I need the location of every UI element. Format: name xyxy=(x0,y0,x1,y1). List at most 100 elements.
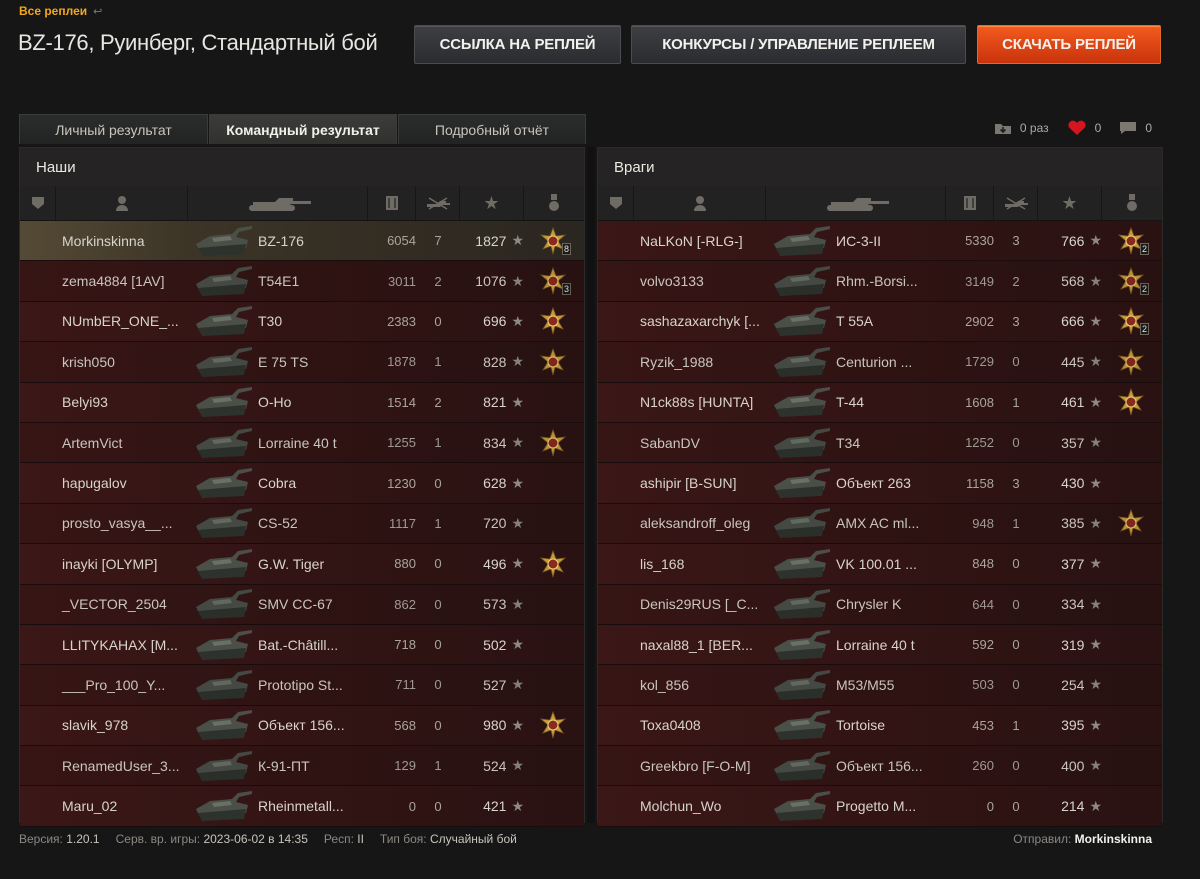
medal-icon[interactable] xyxy=(539,307,567,335)
player-column-icon[interactable] xyxy=(56,186,188,220)
download-replay-button[interactable]: СКАЧАТЬ РЕПЛЕЙ xyxy=(977,25,1161,64)
player-row[interactable]: kol_856 M53/M55 503 0 254 ★ xyxy=(598,665,1162,706)
medal-icon[interactable]: 2 xyxy=(1117,307,1149,336)
player-row[interactable]: aleksandroff_oleg AMX AC ml... 948 1 385 ★ xyxy=(598,503,1162,545)
kills-column-icon[interactable] xyxy=(416,186,460,220)
tab-detailed[interactable]: Подробный отчёт xyxy=(398,114,586,144)
medals-column-icon[interactable] xyxy=(524,186,584,220)
player-name[interactable]: _VECTOR_2504 xyxy=(56,585,188,624)
player-name[interactable]: Maru_02 xyxy=(56,786,188,825)
kills-column-icon[interactable] xyxy=(994,186,1038,220)
player-column-icon[interactable] xyxy=(634,186,766,220)
player-row[interactable]: Molchun_Wo Progetto M... 0 0 214 ★ xyxy=(598,786,1162,827)
player-row[interactable]: LLITYKAHAX [M... Bat.-Châtill... 718 0 502 ★ xyxy=(20,624,584,666)
player-row[interactable]: _VECTOR_2504 SMV CC-67 862 0 573 ★ xyxy=(20,584,584,625)
platoon-cell xyxy=(598,221,634,260)
player-name[interactable]: hapugalov xyxy=(56,463,188,502)
player-name[interactable]: volvo3133 xyxy=(634,261,766,300)
medal-icon[interactable] xyxy=(539,549,567,578)
player-name[interactable]: krish050 xyxy=(56,342,188,381)
player-row[interactable]: Greekbro [F-O-M] Объект 156... 260 0 400 ★ xyxy=(598,746,1162,787)
player-name[interactable]: Belyi93 xyxy=(56,383,188,422)
player-name[interactable]: Greekbro [F-O-M] xyxy=(634,746,766,785)
player-name[interactable]: SabanDV xyxy=(634,423,766,462)
player-row[interactable]: volvo3133 Rhm.-Borsi... 3149 2 568 ★ 2 xyxy=(598,261,1162,302)
medal-icon[interactable] xyxy=(1117,388,1145,416)
damage-column-icon[interactable] xyxy=(368,186,416,220)
player-name[interactable]: Denis29RUS [_C... xyxy=(634,585,766,624)
player-name[interactable]: ArtemVict xyxy=(56,423,188,462)
damage-column-icon[interactable] xyxy=(946,186,994,220)
player-name[interactable]: Ryzik_1988 xyxy=(634,342,766,381)
player-row[interactable]: krish050 E 75 TS 1878 1 828 ★ xyxy=(20,342,584,383)
medal-icon[interactable]: 3 xyxy=(539,266,571,296)
player-row[interactable]: Maru_02 Rheinmetall... 0 0 421 ★ xyxy=(20,786,584,827)
sender-name[interactable]: Morkinskinna xyxy=(1075,832,1152,846)
player-row[interactable]: Denis29RUS [_C... Chrysler K 644 0 334 ★ xyxy=(598,584,1162,625)
player-row[interactable]: inayki [OLYMP] G.W. Tiger 880 0 496 ★ xyxy=(20,544,584,585)
player-name[interactable]: N1ck88s [HUNTA] xyxy=(634,383,766,422)
xp-column-icon[interactable]: ★ xyxy=(460,186,524,220)
player-row[interactable]: NaLKoN [-RLG-] ИС-3-II 5330 3 766 ★ 2 xyxy=(598,221,1162,262)
player-row[interactable]: prosto_vasya__... CS-52 1117 1 720 ★ xyxy=(20,503,584,545)
platoon-cell xyxy=(598,261,634,300)
tank-column-icon[interactable] xyxy=(188,186,368,220)
player-row[interactable]: ashipir [B-SUN] Объект 263 1158 3 430 ★ xyxy=(598,463,1162,504)
player-name[interactable]: Molchun_Wo xyxy=(634,786,766,825)
player-name[interactable]: lis_168 xyxy=(634,544,766,583)
player-name[interactable]: zema4884 [1AV] xyxy=(56,261,188,300)
comment-icon[interactable] xyxy=(1119,121,1137,135)
player-name[interactable]: LLITYKAHAX [M... xyxy=(56,625,188,664)
player-row[interactable]: ___Pro_100_Y... Prototipo St... 711 0 527 ★ xyxy=(20,665,584,706)
player-name[interactable]: sashazaxarchyk [... xyxy=(634,302,766,341)
contests-button[interactable]: КОНКУРСЫ / УПРАВЛЕНИЕ РЕПЛЕЕМ xyxy=(631,25,966,64)
player-name[interactable]: Morkinskinna xyxy=(56,221,188,260)
medal-icon[interactable]: 2 xyxy=(1117,266,1149,296)
all-replays-label[interactable]: Все реплеи xyxy=(19,4,87,18)
medal-icon[interactable] xyxy=(1117,509,1145,537)
tab-personal[interactable]: Личный результат xyxy=(19,114,208,144)
xp-column-icon[interactable]: ★ xyxy=(1038,186,1102,220)
medals-column-icon[interactable] xyxy=(1102,186,1162,220)
player-row[interactable]: NUmbER_ONE_... T30 2383 0 696 ★ xyxy=(20,301,584,343)
player-row[interactable]: Belyi93 O-Ho 1514 2 821 ★ xyxy=(20,382,584,423)
player-name[interactable]: RenamedUser_3... xyxy=(56,746,188,785)
player-row[interactable]: lis_168 VK 100.01 ... 848 0 377 ★ xyxy=(598,544,1162,585)
tank-column-icon[interactable] xyxy=(766,186,946,220)
player-row[interactable]: hapugalov Cobra 1230 0 628 ★ xyxy=(20,463,584,504)
player-name[interactable]: ___Pro_100_Y... xyxy=(56,665,188,704)
replay-link-button[interactable]: ССЫЛКА НА РЕПЛЕЙ xyxy=(414,25,621,64)
medal-icon[interactable]: 2 xyxy=(1117,226,1149,255)
player-name[interactable]: kol_856 xyxy=(634,665,766,704)
medal-icon[interactable] xyxy=(1117,347,1145,376)
tab-team[interactable]: Командный результат xyxy=(209,114,397,144)
player-row[interactable]: slavik_978 Объект 156... 568 0 980 ★ xyxy=(20,705,584,747)
medal-icon[interactable] xyxy=(539,711,567,739)
all-replays-link[interactable]: Все реплеи ↩ xyxy=(19,4,102,18)
medal-icon[interactable] xyxy=(539,428,567,457)
player-name[interactable]: naxal88_1 [BER... xyxy=(634,625,766,664)
player-name[interactable]: NaLKoN [-RLG-] xyxy=(634,221,766,260)
player-row[interactable]: Toxa0408 Tortoise 453 1 395 ★ xyxy=(598,705,1162,747)
player-name[interactable]: prosto_vasya__... xyxy=(56,504,188,543)
player-row[interactable]: ArtemVict Lorraine 40 t 1255 1 834 ★ xyxy=(20,422,584,464)
player-name[interactable]: NUmbER_ONE_... xyxy=(56,302,188,341)
medal-icon[interactable]: 8 xyxy=(539,226,571,255)
player-name[interactable]: ashipir [B-SUN] xyxy=(634,463,766,502)
medal-icon[interactable] xyxy=(539,347,567,376)
player-row[interactable]: N1ck88s [HUNTA] T-44 1608 1 461 ★ xyxy=(598,382,1162,423)
player-name[interactable]: aleksandroff_oleg xyxy=(634,504,766,543)
player-name[interactable]: Toxa0408 xyxy=(634,706,766,745)
player-row[interactable]: Ryzik_1988 Centurion ... 1729 0 445 ★ xyxy=(598,342,1162,383)
player-row[interactable]: zema4884 [1AV] T54E1 3011 2 1076 ★ 3 xyxy=(20,261,584,302)
like-heart-icon[interactable] xyxy=(1067,120,1087,136)
player-row[interactable]: naxal88_1 [BER... Lorraine 40 t 592 0 319 ★ xyxy=(598,624,1162,666)
player-row[interactable]: Morkinskinna BZ-176 6054 7 1827 ★ 8 xyxy=(20,221,584,262)
platoon-column-icon[interactable] xyxy=(20,186,56,220)
player-row[interactable]: SabanDV T34 1252 0 357 ★ xyxy=(598,422,1162,464)
player-name[interactable]: inayki [OLYMP] xyxy=(56,544,188,583)
platoon-column-icon[interactable] xyxy=(598,186,634,220)
player-row[interactable]: RenamedUser_3... К-91-ПТ 129 1 524 ★ xyxy=(20,746,584,787)
player-row[interactable]: sashazaxarchyk [... T 55A 2902 3 666 ★ 2 xyxy=(598,301,1162,343)
player-name[interactable]: slavik_978 xyxy=(56,706,188,745)
